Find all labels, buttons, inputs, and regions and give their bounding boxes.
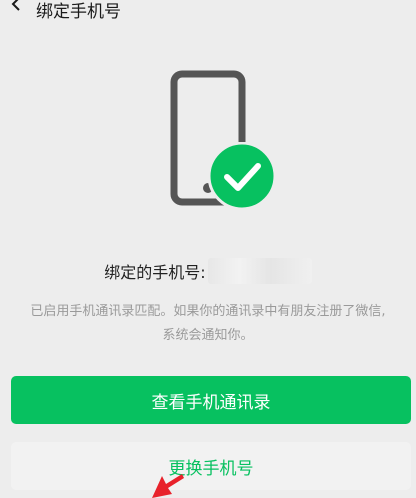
contact-match-description: 已启用手机通讯录匹配。如果你的通讯录中有朋友注册了微信, 系统会通知你。	[0, 300, 416, 348]
bound-phone-label: 绑定的手机号:	[104, 263, 206, 282]
view-contacts-button[interactable]: 查看手机通讯录	[11, 376, 411, 424]
description-line-1: 已启用手机通讯录匹配。如果你的通讯录中有朋友注册了微信,	[30, 304, 386, 319]
masked-phone-number	[207, 258, 312, 284]
nav-bar: 绑定手机号	[0, 0, 416, 22]
annotation-arrow-icon	[152, 474, 184, 498]
page-title: 绑定手机号	[36, 2, 121, 22]
bound-phone-row: 绑定的手机号:	[0, 258, 416, 284]
change-phone-button[interactable]: 更换手机号	[11, 442, 411, 490]
description-line-2: 系统会通知你。	[162, 328, 254, 343]
check-circle-icon	[208, 142, 276, 210]
chevron-left-icon[interactable]	[6, 0, 28, 16]
bind-phone-page: 绑定手机号 绑定的手机号: 已启用手机通讯录匹配。如果你的通讯录中有朋友注册了微…	[0, 0, 416, 498]
phone-status-illustration	[170, 70, 280, 210]
